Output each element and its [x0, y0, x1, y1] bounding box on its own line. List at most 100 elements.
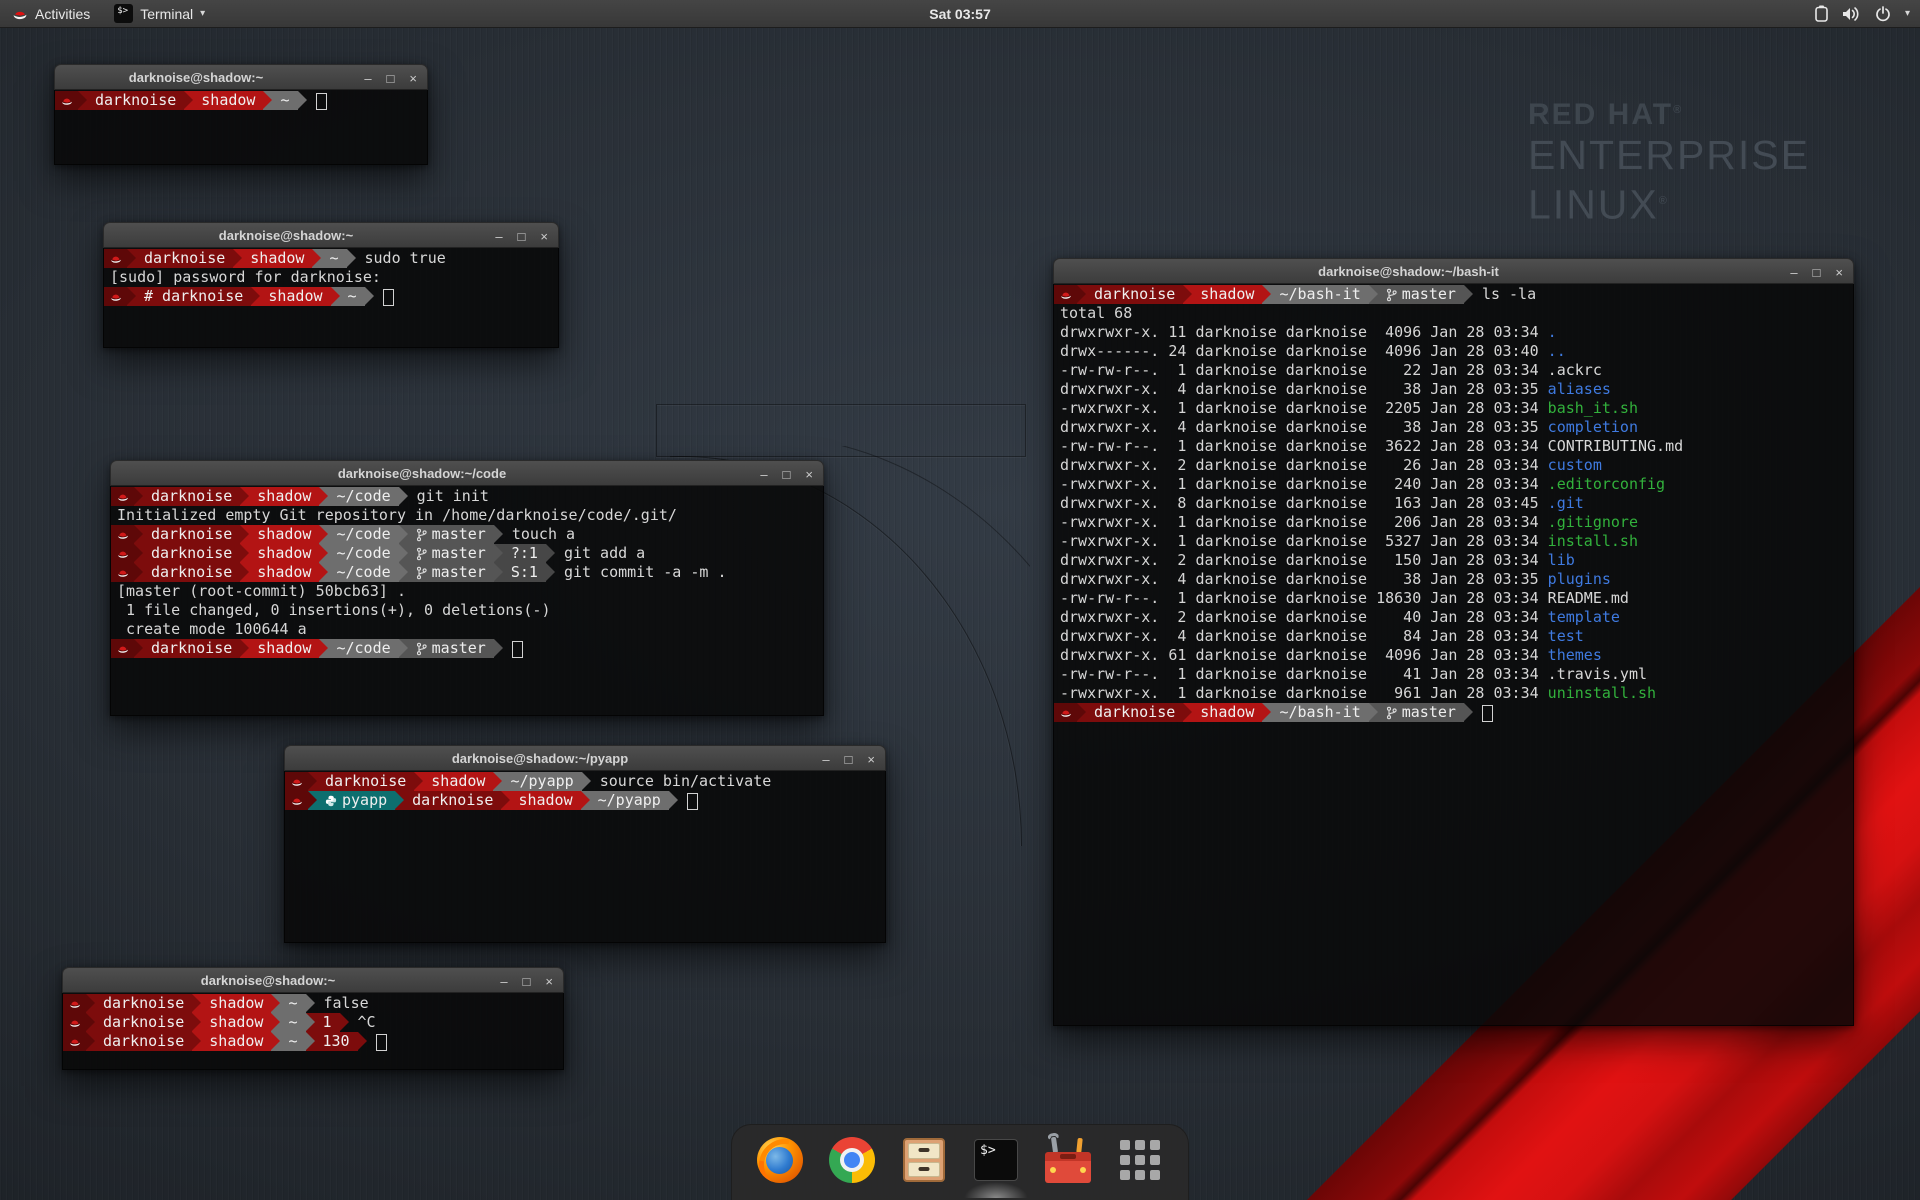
powerline-separator: [399, 525, 408, 544]
close-button[interactable]: ×: [867, 753, 875, 766]
close-button[interactable]: ×: [1835, 266, 1843, 279]
python-icon: [325, 795, 337, 807]
dock-item-toolbox[interactable]: [1044, 1136, 1092, 1184]
powerline-separator: [1369, 285, 1378, 304]
window-title: darknoise@shadow:~: [104, 223, 468, 249]
prompt-line: darknoiseshadow~/codemaster: [111, 639, 823, 658]
powerline-separator: [365, 287, 374, 306]
window-controls: – □ ×: [1790, 259, 1843, 285]
prompt-line: darknoiseshadow~sudo true: [104, 249, 558, 268]
prompt-segment-path: ~/code: [328, 487, 398, 506]
maximize-button[interactable]: □: [783, 468, 791, 481]
window-titlebar[interactable]: darknoise@shadow:~ – □ ×: [103, 222, 559, 248]
terminal-cursor: [316, 93, 327, 110]
close-button[interactable]: ×: [805, 468, 813, 481]
file-name: plugins: [1548, 570, 1611, 588]
terminal-body[interactable]: darknoiseshadow~/bash-itmasterls -latota…: [1053, 284, 1854, 1026]
maximize-button[interactable]: □: [845, 753, 853, 766]
file-name: .: [1548, 323, 1557, 341]
powerline-separator: [669, 791, 678, 810]
prompt-segment-host: shadow: [249, 525, 319, 544]
ls-row: -rwxrwxr-x. 1 darknoise darknoise 961 Ja…: [1054, 684, 1853, 703]
app-menu-label: Terminal: [140, 6, 193, 22]
window-titlebar[interactable]: darknoise@shadow:~ – □ ×: [62, 967, 564, 993]
prompt-segment-gitst: S:1: [503, 563, 546, 582]
powerline-separator: [306, 994, 315, 1013]
powerline-separator: [1262, 285, 1271, 304]
powerline-separator: [86, 1032, 95, 1051]
terminal-window: darknoise@shadow:~ – □ × darknoise shadow ~ fal…: [62, 967, 564, 1070]
prompt-segment-host: shadow: [201, 994, 271, 1013]
terminal-window: darknoise@shadow:~/code–□×darknoiseshado…: [110, 460, 824, 716]
maximize-button[interactable]: □: [523, 975, 531, 988]
ls-row: -rw-rw-r--. 1 darknoise darknoise 3622 J…: [1054, 437, 1853, 456]
top-bar: Activities $> Terminal ▾ Sat 03:57 ▾: [0, 0, 1920, 28]
maximize-button[interactable]: □: [518, 230, 526, 243]
dock-item-chrome[interactable]: [828, 1136, 876, 1184]
prompt-segment-user: darknoise: [95, 994, 192, 1013]
terminal-output-line: create mode 100644 a: [111, 620, 823, 639]
ls-row: drwxrwxr-x. 4 darknoise darknoise 38 Jan…: [1054, 418, 1853, 437]
git-branch-icon: [1386, 288, 1397, 302]
powerline-separator: [134, 487, 143, 506]
close-button[interactable]: ×: [409, 72, 417, 85]
dock-item-app-grid[interactable]: [1116, 1136, 1164, 1184]
minimize-button[interactable]: –: [364, 72, 371, 85]
minimize-button[interactable]: –: [495, 230, 502, 243]
maximize-button[interactable]: □: [387, 72, 395, 85]
ls-row: -rw-rw-r--. 1 darknoise darknoise 18630 …: [1054, 589, 1853, 608]
window-controls: – □ ×: [495, 223, 548, 249]
app-grid-icon: [1120, 1140, 1160, 1180]
terminal-window: darknoise@shadow:~–□×darknoiseshadow~: [54, 64, 428, 165]
command-text: false: [315, 994, 369, 1013]
window-titlebar[interactable]: darknoise@shadow:~/code–□×: [110, 460, 824, 486]
prompt-line: darknoiseshadow~/codegit init: [111, 487, 823, 506]
minimize-button[interactable]: –: [760, 468, 767, 481]
prompt-line: darknoise shadow ~ false: [63, 994, 563, 1013]
prompt-segment-host: shadow: [193, 91, 263, 110]
powerline-separator: [319, 525, 328, 544]
dock: $>: [731, 1124, 1189, 1200]
window-titlebar[interactable]: darknoise@shadow:~/bash-it–□×: [1053, 258, 1854, 284]
window-titlebar[interactable]: darknoise@shadow:~–□×: [54, 64, 428, 90]
terminal-body[interactable]: darknoiseshadow~falsedarknoiseshadow~1^C…: [62, 993, 564, 1070]
powerline-separator: [271, 1032, 280, 1051]
window-titlebar[interactable]: darknoise@shadow:~/pyapp–□×: [284, 745, 886, 771]
window-title: darknoise@shadow:~: [63, 968, 473, 994]
file-cabinet-icon: [903, 1138, 945, 1182]
prompt-segment-path: ~/pyapp: [502, 772, 581, 791]
powerline-separator: [240, 563, 249, 582]
terminal-body[interactable]: darknoiseshadow~sudo true[sudo] password…: [103, 248, 559, 348]
close-button[interactable]: ×: [545, 975, 553, 988]
file-name: uninstall.sh: [1548, 684, 1656, 702]
dock-item-firefox[interactable]: [756, 1136, 804, 1184]
minimize-button[interactable]: –: [500, 975, 507, 988]
redhat-icon: [110, 253, 122, 265]
app-menu-terminal[interactable]: $> Terminal ▾: [102, 0, 217, 27]
close-button[interactable]: ×: [540, 230, 548, 243]
powerline-separator: [331, 287, 340, 306]
powerline-separator: [134, 544, 143, 563]
file-name: README.md: [1548, 589, 1629, 607]
prompt-segment-git: master: [408, 544, 494, 563]
prompt-segment-user: darknoise: [143, 563, 240, 582]
prompt-line: darknoiseshadow~: [55, 91, 427, 110]
minimize-button[interactable]: –: [822, 753, 829, 766]
powerline-separator: [78, 91, 87, 110]
terminal-body[interactable]: darknoiseshadow~/codegit initInitialized…: [110, 486, 824, 716]
redhat-prompt-icon: [285, 772, 308, 791]
dock-item-files[interactable]: [900, 1136, 948, 1184]
clock[interactable]: Sat 03:57: [929, 6, 990, 22]
terminal-body[interactable]: darknoiseshadow~/pyappsource bin/activat…: [284, 771, 886, 943]
system-status-area[interactable]: ▾: [1815, 0, 1910, 27]
maximize-button[interactable]: □: [1813, 266, 1821, 279]
redhat-prompt-icon: [111, 563, 134, 582]
prompt-segment-path: ~: [280, 994, 305, 1013]
dock-item-terminal[interactable]: $>: [972, 1136, 1020, 1184]
prompt-segment-path: ~/code: [328, 525, 398, 544]
chevron-down-icon: ▾: [200, 8, 205, 19]
prompt-line: pyappdarknoiseshadow~/pyapp: [285, 791, 885, 810]
minimize-button[interactable]: –: [1790, 266, 1797, 279]
terminal-body[interactable]: darknoiseshadow~: [54, 90, 428, 165]
activities-button[interactable]: Activities: [0, 0, 102, 27]
